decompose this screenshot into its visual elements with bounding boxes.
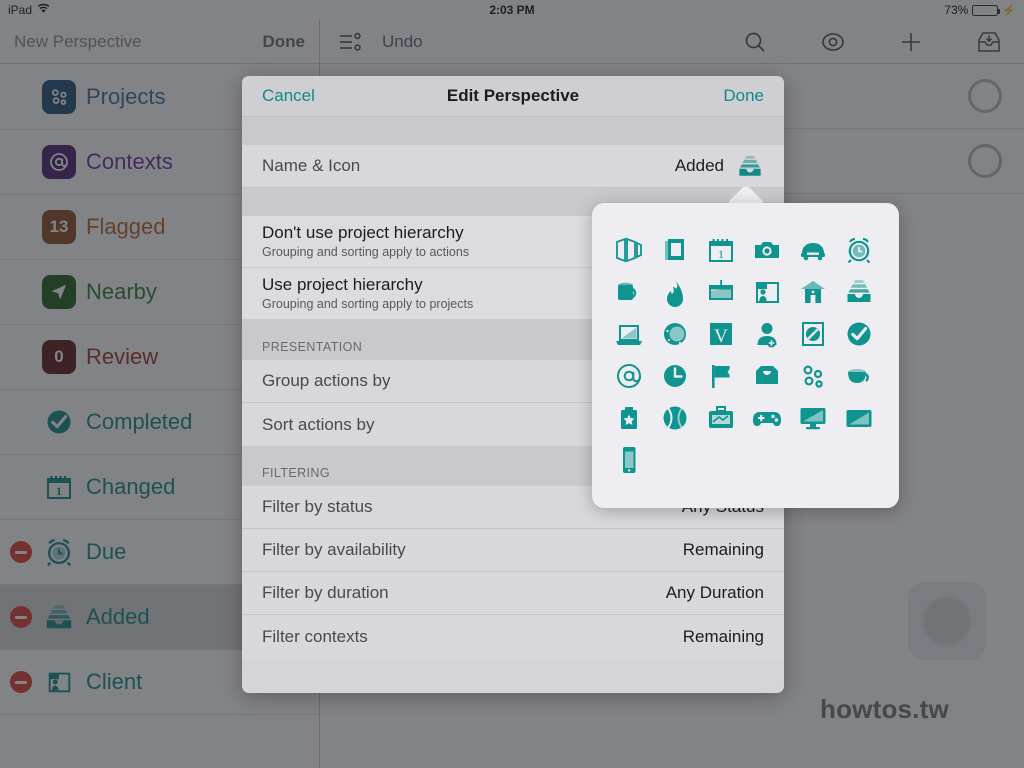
briefcase-icon[interactable] <box>700 397 742 439</box>
screen: iPad 2:03 PM 73% ⚡ New Perspective Done … <box>0 0 1024 768</box>
books-icon[interactable] <box>654 229 696 271</box>
flag-icon[interactable] <box>700 355 742 397</box>
filtering-label: Filter by availability <box>262 540 406 559</box>
phone-icon[interactable] <box>608 439 650 481</box>
coffee-cup-icon[interactable] <box>838 355 880 397</box>
filtering-label: Filter contexts <box>262 626 368 646</box>
modal-gap <box>242 117 784 145</box>
inbox-tray-icon[interactable] <box>838 271 880 313</box>
mug-icon[interactable] <box>608 271 650 313</box>
modal-navbar: Cancel Edit Perspective Done <box>242 76 784 117</box>
filtering-row[interactable]: Filter by duration Any Duration <box>242 572 784 615</box>
name-and-icon-value: Added <box>674 156 724 175</box>
no-entry-sign-icon[interactable] <box>792 313 834 355</box>
filtering-row[interactable]: Filter by availability Remaining <box>242 529 784 572</box>
filtering-label: Filter by duration <box>262 583 389 602</box>
alarm-clock-icon[interactable] <box>838 229 880 271</box>
star-bag-icon[interactable] <box>608 397 650 439</box>
watermark: howtos.tw <box>820 694 949 724</box>
panels-icon[interactable] <box>608 229 650 271</box>
icon-picker-popover: 1V <box>592 203 899 508</box>
at-icon[interactable] <box>608 355 650 397</box>
ball-icon[interactable] <box>654 397 696 439</box>
filtering-value: Any Duration <box>665 583 764 602</box>
house-icon[interactable] <box>792 271 834 313</box>
inbox-icon[interactable] <box>746 355 788 397</box>
inbox-tray-icon[interactable] <box>736 154 764 178</box>
chalkboard-icon[interactable] <box>700 271 742 313</box>
moon-icon[interactable] <box>654 313 696 355</box>
clock-icon[interactable] <box>654 355 696 397</box>
projects-icon[interactable] <box>792 355 834 397</box>
filtering-row[interactable]: Filter contexts Remaining <box>242 615 784 658</box>
popover-arrow <box>728 186 764 204</box>
client-folder-icon[interactable] <box>746 271 788 313</box>
add-person-icon[interactable] <box>746 313 788 355</box>
name-and-icon-row[interactable]: Name & Icon Added <box>242 145 784 188</box>
car-icon[interactable] <box>792 229 834 271</box>
camera-icon[interactable] <box>746 229 788 271</box>
check-circle-icon[interactable] <box>838 313 880 355</box>
svg-text:1: 1 <box>718 247 724 261</box>
laptop-icon[interactable] <box>608 313 650 355</box>
filtering-value: Remaining <box>682 626 764 646</box>
filtering-rows: Filter by statusAny StatusFilter by avai… <box>242 486 784 658</box>
name-and-icon-label: Name & Icon <box>262 156 361 175</box>
icon-grid: 1V <box>608 229 883 481</box>
monitor-icon[interactable] <box>792 397 834 439</box>
filtering-value: Remaining <box>682 540 764 559</box>
letter-v-icon[interactable]: V <box>700 313 742 355</box>
tablet-icon[interactable] <box>838 397 880 439</box>
gamepad-icon[interactable] <box>746 397 788 439</box>
fire-icon[interactable] <box>654 271 696 313</box>
calendar-icon[interactable]: 1 <box>700 229 742 271</box>
svg-text:V: V <box>714 326 728 347</box>
modal-title: Edit Perspective <box>446 86 580 105</box>
